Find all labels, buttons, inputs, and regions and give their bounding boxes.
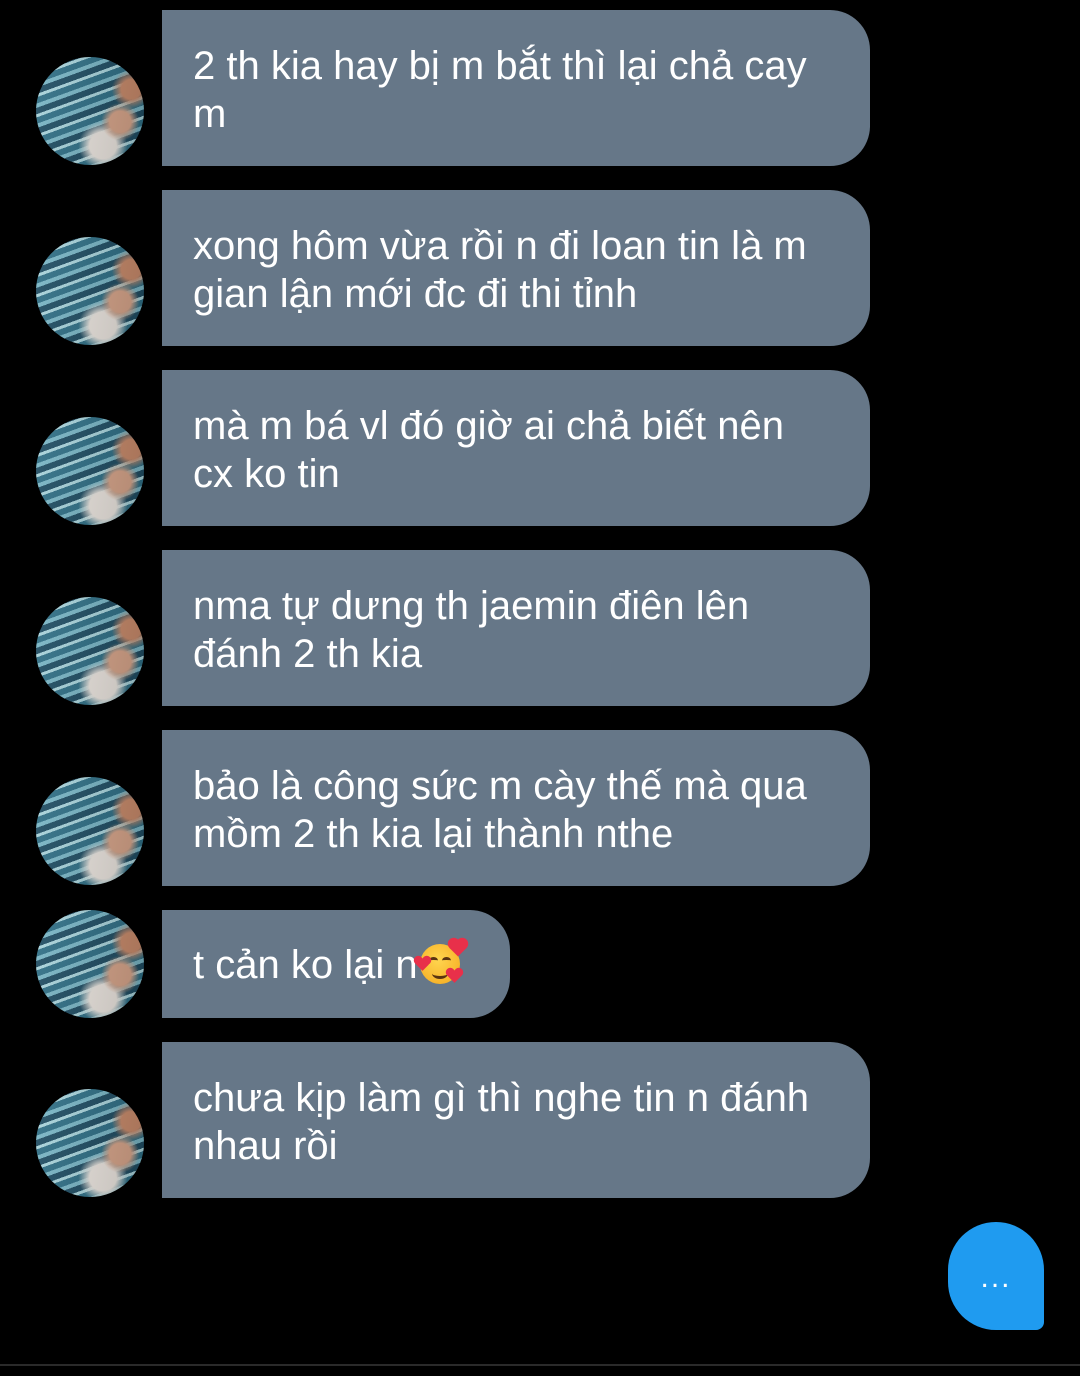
message-bubble[interactable]: mà m bá vl đó giờ ai chả biết nên cx ko … <box>162 370 870 526</box>
sender-avatar[interactable] <box>36 417 144 525</box>
smiling-face-with-hearts-icon <box>415 939 467 986</box>
message-text: mà m bá vl đó giờ ai chả biết nên cx ko … <box>193 404 784 496</box>
sender-avatar[interactable] <box>36 57 144 165</box>
message-text: xong hôm vừa rồi n đi loan tin là m gian… <box>193 224 807 316</box>
sender-avatar[interactable] <box>36 1089 144 1197</box>
chat-thread: 2 th kia hay bị m bắt thì lại chả cay m … <box>0 0 1080 1376</box>
message-text: t cản ko lại n <box>193 943 418 987</box>
typing-indicator-button[interactable]: ... <box>948 1222 1044 1330</box>
message-bubble[interactable]: xong hôm vừa rồi n đi loan tin là m gian… <box>162 190 870 346</box>
message-text: bảo là công sức m cày thế mà qua mồm 2 t… <box>193 764 807 856</box>
message-bubble[interactable]: t cản ko lại n <box>162 910 510 1018</box>
sender-avatar[interactable] <box>36 910 144 1018</box>
message-text: 2 th kia hay bị m bắt thì lại chả cay m <box>193 44 807 136</box>
sender-avatar[interactable] <box>36 597 144 705</box>
message-bubble[interactable]: 2 th kia hay bị m bắt thì lại chả cay m <box>162 10 870 166</box>
divider <box>0 1364 1080 1366</box>
typing-dots: ... <box>980 1261 1012 1294</box>
message-text: nma tự dưng th jaemin điên lên đánh 2 th… <box>193 584 750 676</box>
sender-avatar[interactable] <box>36 237 144 345</box>
sender-avatar[interactable] <box>36 777 144 885</box>
message-bubble[interactable]: bảo là công sức m cày thế mà qua mồm 2 t… <box>162 730 870 886</box>
message-text: chưa kịp làm gì thì nghe tin n đánh nhau… <box>193 1076 810 1168</box>
message-bubble[interactable]: nma tự dưng th jaemin điên lên đánh 2 th… <box>162 550 870 706</box>
message-bubble[interactable]: chưa kịp làm gì thì nghe tin n đánh nhau… <box>162 1042 870 1198</box>
